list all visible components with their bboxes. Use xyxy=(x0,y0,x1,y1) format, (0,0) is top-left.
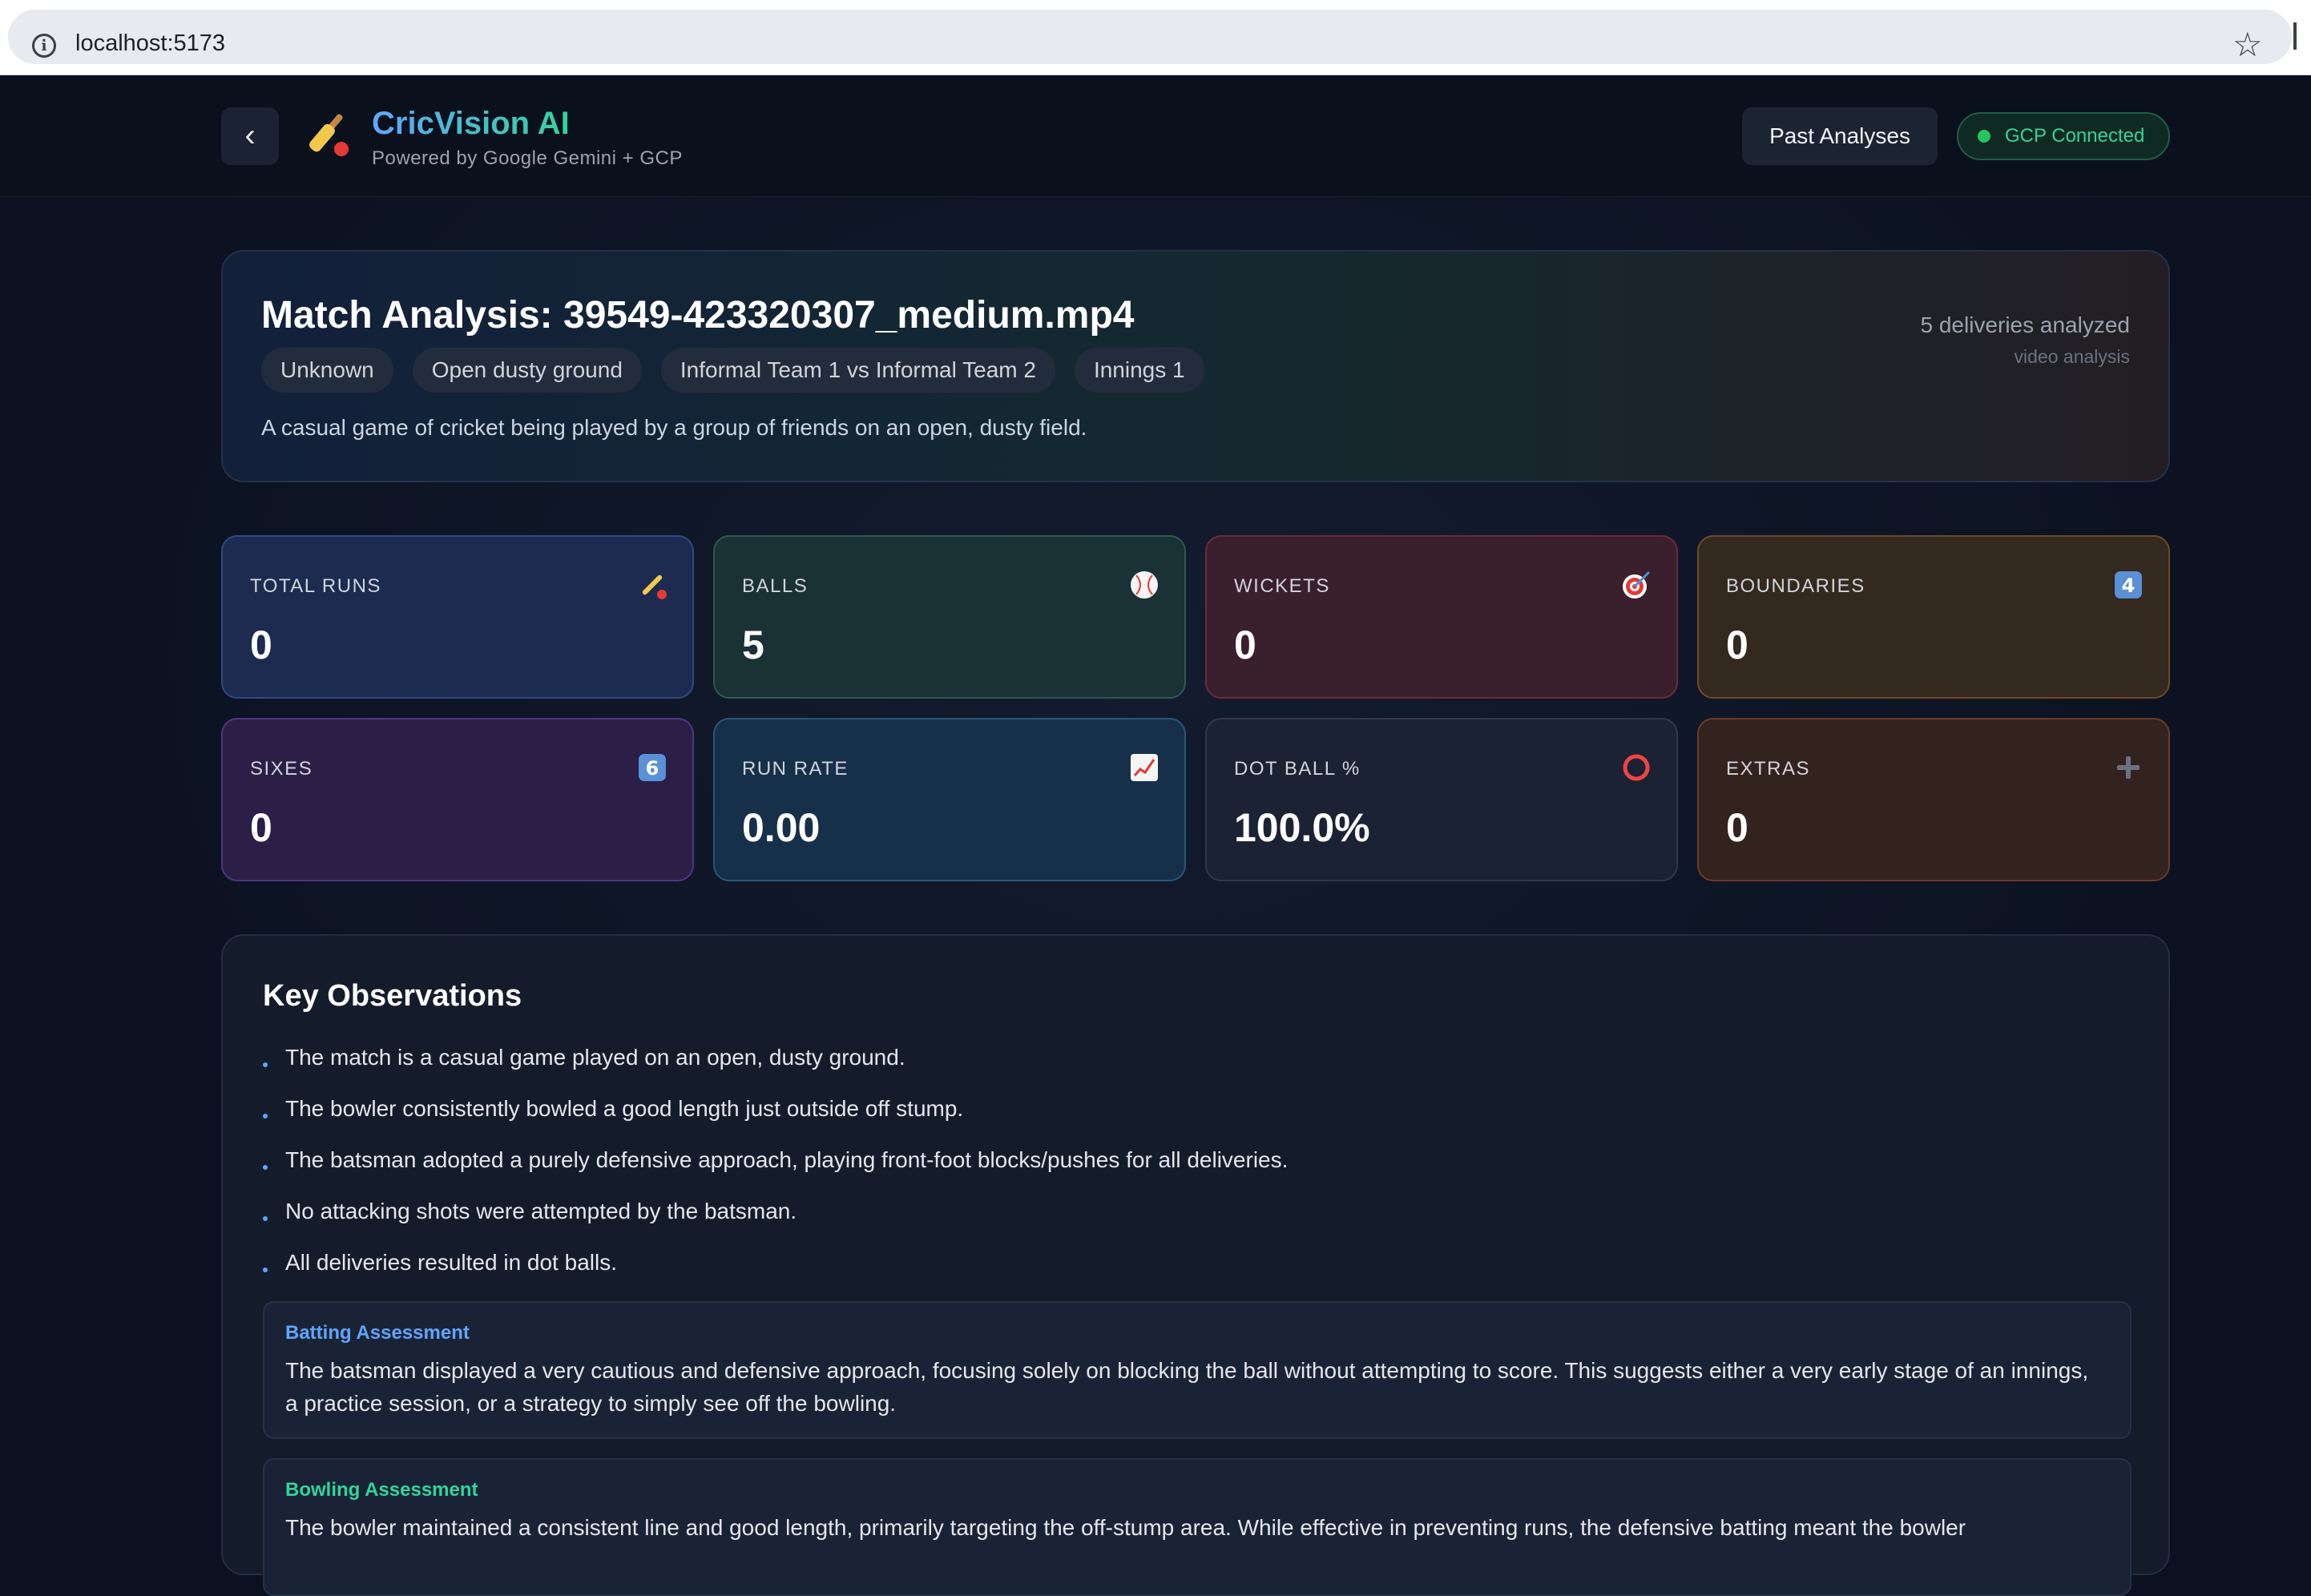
tag-venue: Open dusty ground xyxy=(412,348,642,393)
cricket-bat-icon xyxy=(642,574,667,599)
chart-up-icon xyxy=(1131,754,1158,781)
app-tagline: Powered by Google Gemini + GCP xyxy=(372,147,683,169)
stat-card-balls: BALLS 5 xyxy=(713,535,1186,699)
deliveries-count: 5 deliveries analyzed xyxy=(1920,312,2131,337)
stat-value: 0 xyxy=(1234,623,1256,667)
observations-title: Key Observations xyxy=(263,979,522,1013)
stat-label: DOT BALL % xyxy=(1234,758,1361,780)
match-tags: Unknown Open dusty ground Informal Team … xyxy=(261,348,1204,393)
app-header: ‹ CricVision AI Powered by Google Gemini… xyxy=(0,75,2311,197)
extension-icon[interactable] xyxy=(2293,22,2305,50)
stat-value: 0 xyxy=(250,623,272,667)
svg-text:4: 4 xyxy=(2122,574,2136,597)
target-icon xyxy=(1623,570,1651,598)
stat-label: WICKETS xyxy=(1234,575,1330,597)
stat-value: 0 xyxy=(250,805,272,850)
site-info-icon[interactable]: i xyxy=(32,34,56,58)
chevron-left-icon: ‹ xyxy=(244,118,256,153)
stat-value: 0 xyxy=(1726,623,1748,667)
bookmark-star-icon[interactable]: ☆ xyxy=(2232,26,2263,64)
list-item: The match is a casual game played on an … xyxy=(263,1032,1288,1083)
match-description: A casual game of cricket being played by… xyxy=(261,415,1087,440)
stat-label: SIXES xyxy=(250,758,313,780)
back-button[interactable]: ‹ xyxy=(221,107,279,165)
match-summary-card: Match Analysis: 39549-423320307_medium.m… xyxy=(221,250,2170,482)
stat-value: 0 xyxy=(1726,805,1748,850)
stat-card-dot-ball: DOT BALL % 100.0% xyxy=(1205,718,1678,881)
stat-label: TOTAL RUNS xyxy=(250,575,381,597)
observation-text: The bowler consistently bowled a good le… xyxy=(285,1096,964,1121)
stat-card-extras: EXTRAS 0 xyxy=(1697,718,2170,881)
circle-icon xyxy=(1623,754,1650,781)
stat-value: 100.0% xyxy=(1234,805,1370,850)
gcp-status-text: GCP Connected xyxy=(2005,125,2145,147)
observation-text: No attacking shots were attempted by the… xyxy=(285,1199,797,1223)
bowling-assessment-title: Bowling Assessment xyxy=(285,1479,478,1501)
past-analyses-button[interactable]: Past Analyses xyxy=(1742,107,1938,165)
list-item: No attacking shots were attempted by the… xyxy=(263,1186,1288,1237)
browser-toolbar: i localhost:5173 ☆ xyxy=(0,0,2311,75)
six-icon: 6 xyxy=(639,754,666,781)
batting-assessment-text: The batsman displayed a very cautious an… xyxy=(285,1358,2089,1416)
bullet-icon xyxy=(263,1114,268,1118)
observations-list: The match is a casual game played on an … xyxy=(263,1032,1288,1288)
match-title: Match Analysis: 39549-423320307_medium.m… xyxy=(261,294,1135,337)
svg-text:6: 6 xyxy=(646,757,659,780)
analysis-type: video analysis xyxy=(2014,346,2130,367)
ball-icon xyxy=(1131,571,1158,598)
stat-value: 0.00 xyxy=(742,805,821,850)
app-root: ‹ CricVision AI Powered by Google Gemini… xyxy=(0,75,2311,1596)
batting-assessment-panel: Batting Assessment The batsman displayed… xyxy=(263,1301,2132,1439)
list-item: All deliveries resulted in dot balls. xyxy=(263,1237,1288,1288)
four-icon: 4 xyxy=(2115,571,2142,598)
stat-card-total-runs: TOTAL RUNS 0 xyxy=(221,535,694,699)
bullet-icon xyxy=(263,1268,268,1272)
key-observations-card: Key Observations The match is a casual g… xyxy=(221,934,2170,1596)
address-bar[interactable]: i localhost:5173 ☆ xyxy=(8,10,2292,64)
bullet-icon xyxy=(263,1216,268,1221)
observation-text: All deliveries resulted in dot balls. xyxy=(285,1250,617,1275)
plus-icon xyxy=(2117,756,2140,779)
bullet-icon xyxy=(263,1165,268,1170)
stat-label: RUN RATE xyxy=(742,758,849,780)
tag-format: Unknown xyxy=(261,348,393,393)
stat-card-wickets: WICKETS 0 xyxy=(1205,535,1678,699)
cricket-bat-icon xyxy=(309,114,349,156)
stat-card-boundaries: BOUNDARIES 0 4 xyxy=(1697,535,2170,699)
observation-text: The match is a casual game played on an … xyxy=(285,1045,905,1070)
tag-teams: Informal Team 1 vs Informal Team 2 xyxy=(660,348,1055,393)
list-item: The batsman adopted a purely defensive a… xyxy=(263,1135,1288,1186)
stat-label: BALLS xyxy=(742,575,809,597)
app-title: CricVision AI xyxy=(372,106,570,141)
gcp-status-badge: GCP Connected xyxy=(1957,112,2170,160)
stat-card-sixes: SIXES 0 6 xyxy=(221,718,694,881)
batting-assessment-title: Batting Assessment xyxy=(285,1322,470,1344)
bowling-assessment-text: The bowler maintained a consistent line … xyxy=(285,1515,1966,1540)
stat-label: BOUNDARIES xyxy=(1726,575,1865,597)
observation-text: The batsman adopted a purely defensive a… xyxy=(285,1147,1289,1172)
list-item: The bowler consistently bowled a good le… xyxy=(263,1083,1288,1135)
stat-label: EXTRAS xyxy=(1726,758,1811,780)
status-dot-icon xyxy=(1978,130,1990,143)
tag-innings: Innings 1 xyxy=(1074,348,1204,393)
bowling-assessment-panel: Bowling Assessment The bowler maintained… xyxy=(263,1458,2132,1596)
stat-card-run-rate: RUN RATE 0.00 xyxy=(713,718,1186,881)
stat-value: 5 xyxy=(742,623,764,667)
bullet-icon xyxy=(263,1062,268,1067)
url-text[interactable]: localhost:5173 xyxy=(75,30,225,57)
